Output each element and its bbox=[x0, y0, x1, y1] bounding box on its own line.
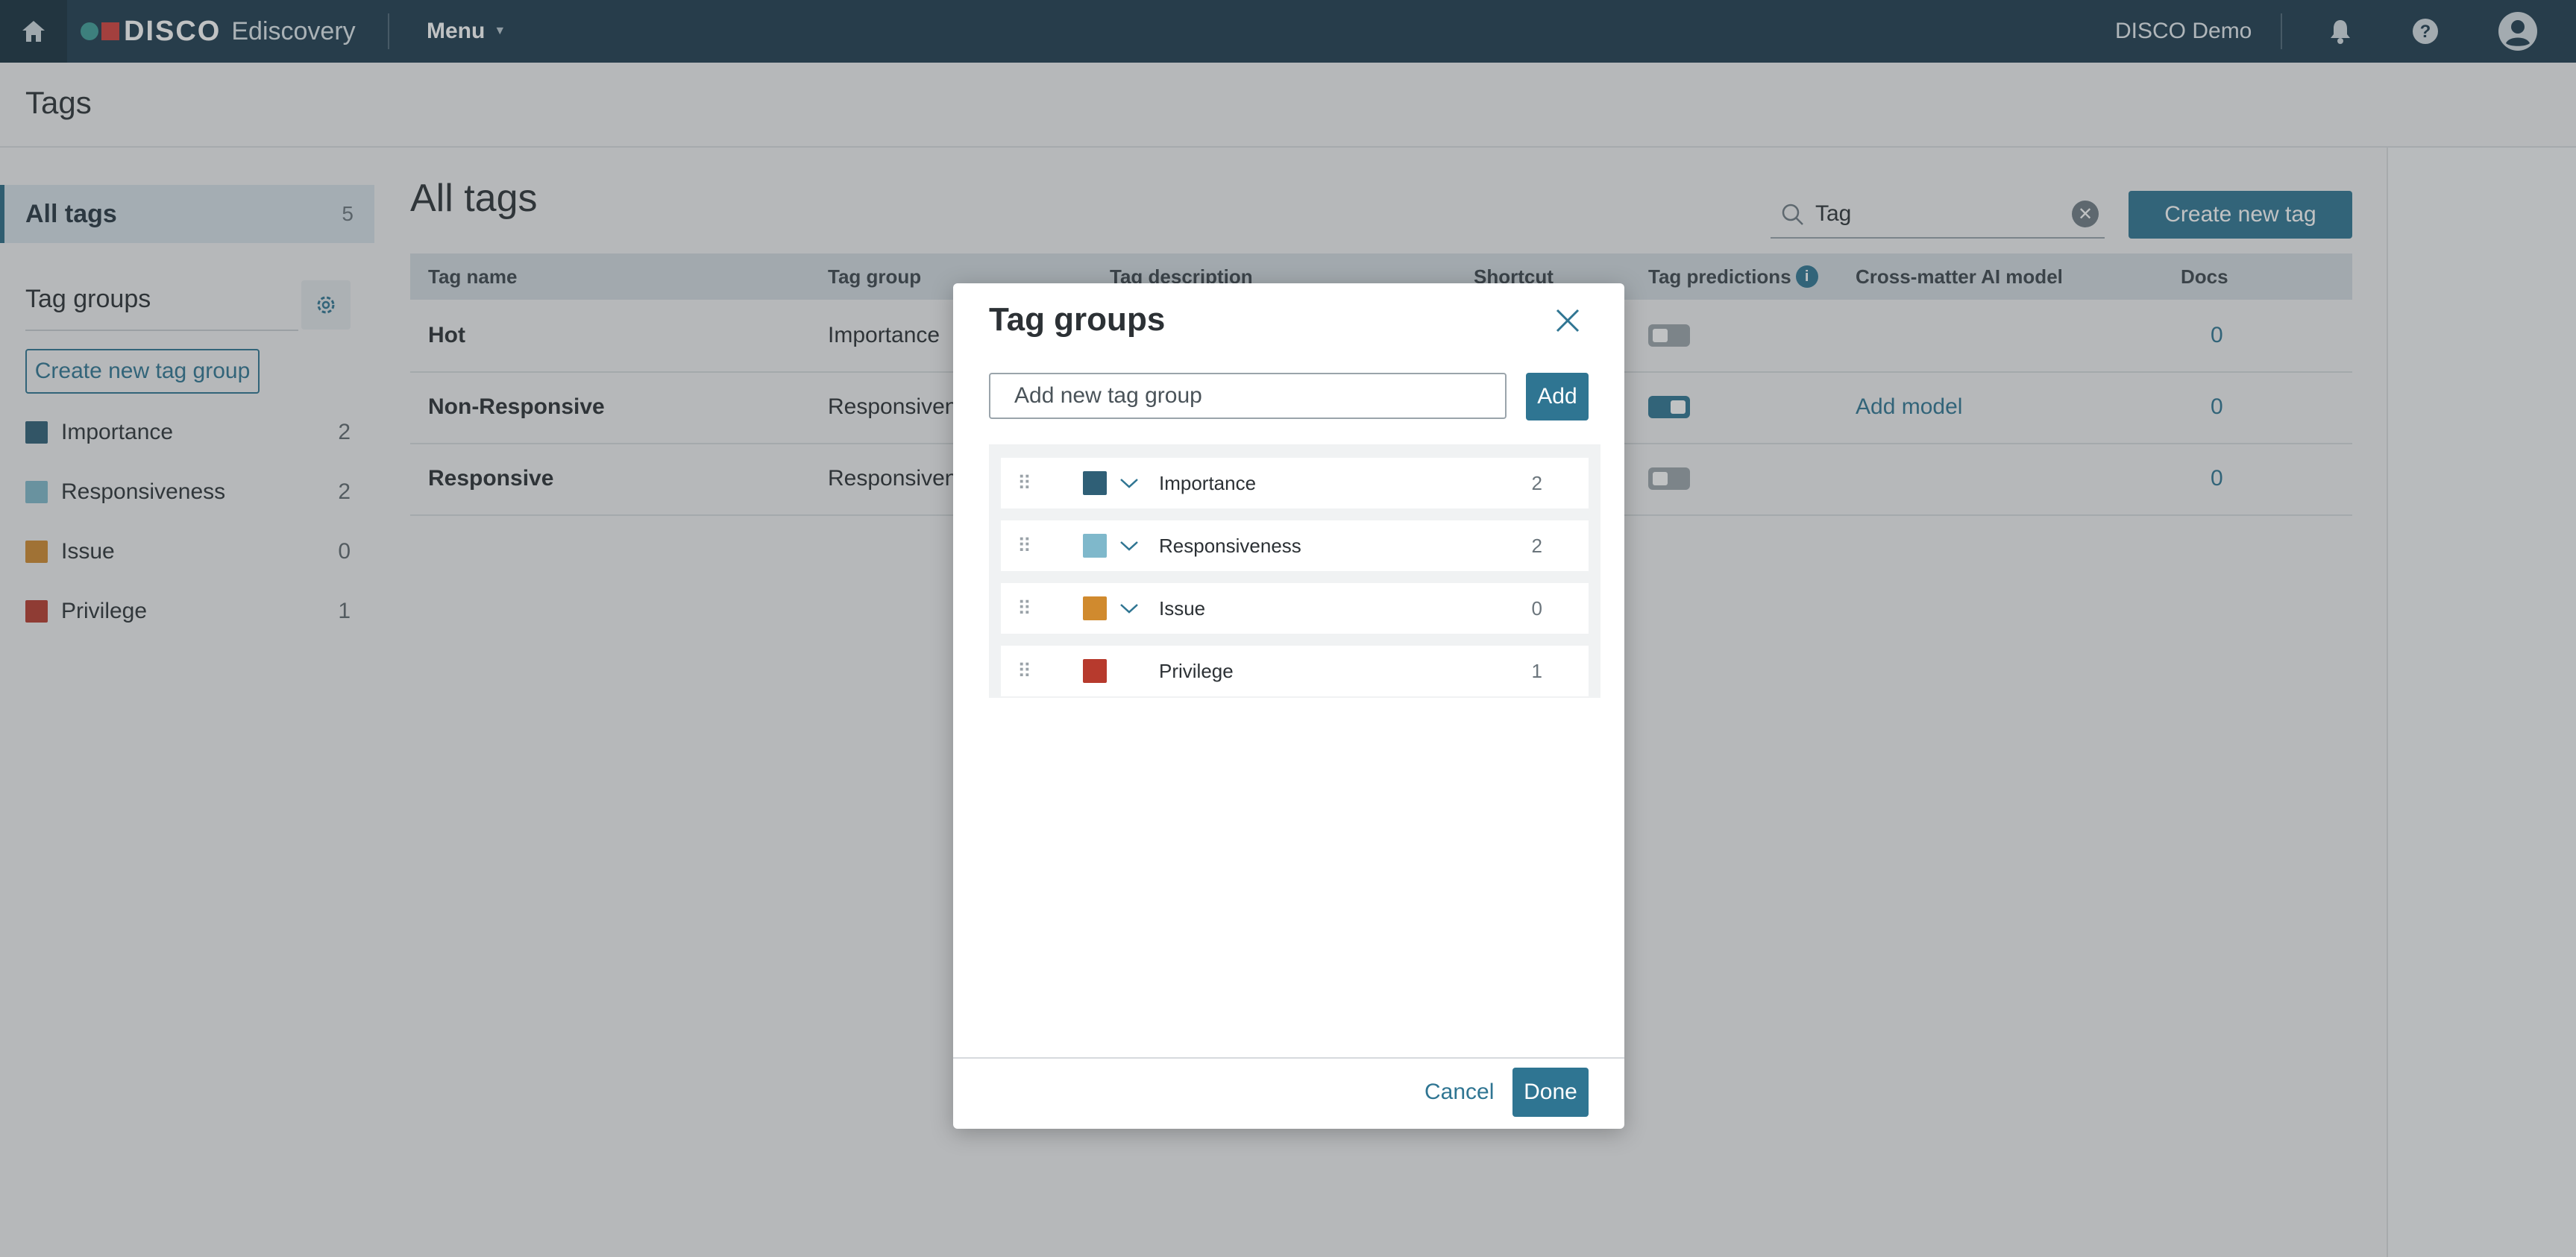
group-name[interactable]: Importance bbox=[1159, 472, 1532, 495]
group-count: 1 bbox=[1531, 659, 1542, 682]
color-swatch[interactable] bbox=[1083, 596, 1107, 620]
drag-handle-icon[interactable]: ⠿ bbox=[1017, 473, 1035, 493]
drag-handle-icon[interactable]: ⠿ bbox=[1017, 599, 1035, 618]
group-name[interactable]: Responsiveness bbox=[1159, 535, 1532, 558]
group-name[interactable]: Issue bbox=[1159, 597, 1532, 620]
add-tag-group-button[interactable]: Add bbox=[1526, 373, 1589, 420]
group-name[interactable]: Privilege bbox=[1159, 660, 1532, 683]
list-item[interactable]: ⠿ Privilege 1 bbox=[1001, 646, 1589, 696]
new-tag-group-input[interactable] bbox=[989, 373, 1507, 419]
dialog-footer-divider bbox=[953, 1057, 1624, 1059]
group-count: 2 bbox=[1531, 534, 1542, 557]
list-item[interactable]: ⠿ Issue 0 bbox=[1001, 583, 1589, 634]
drag-handle-icon[interactable]: ⠿ bbox=[1017, 536, 1035, 555]
dialog-title: Tag groups bbox=[989, 301, 1166, 338]
chevron-down-icon[interactable] bbox=[1116, 602, 1143, 614]
chevron-down-icon[interactable] bbox=[1116, 540, 1143, 552]
color-swatch[interactable] bbox=[1083, 471, 1107, 495]
group-count: 2 bbox=[1531, 471, 1542, 494]
drag-handle-icon[interactable]: ⠿ bbox=[1017, 661, 1035, 681]
done-button[interactable]: Done bbox=[1512, 1068, 1589, 1117]
color-swatch[interactable] bbox=[1083, 659, 1107, 683]
list-item[interactable]: ⠿ Importance 2 bbox=[1001, 458, 1589, 508]
close-button[interactable] bbox=[1547, 300, 1589, 341]
list-item[interactable]: ⠿ Responsiveness 2 bbox=[1001, 520, 1589, 571]
tag-groups-dialog: Tag groups Add ⠿ Importance 2 ⠿ Responsi… bbox=[953, 283, 1624, 1129]
tag-group-list: ⠿ Importance 2 ⠿ Responsiveness 2 ⠿ Issu… bbox=[989, 444, 1600, 698]
group-count: 0 bbox=[1531, 596, 1542, 620]
close-icon bbox=[1556, 309, 1580, 333]
chevron-down-icon[interactable] bbox=[1116, 477, 1143, 489]
cancel-button[interactable]: Cancel bbox=[1420, 1068, 1498, 1117]
color-swatch[interactable] bbox=[1083, 534, 1107, 558]
